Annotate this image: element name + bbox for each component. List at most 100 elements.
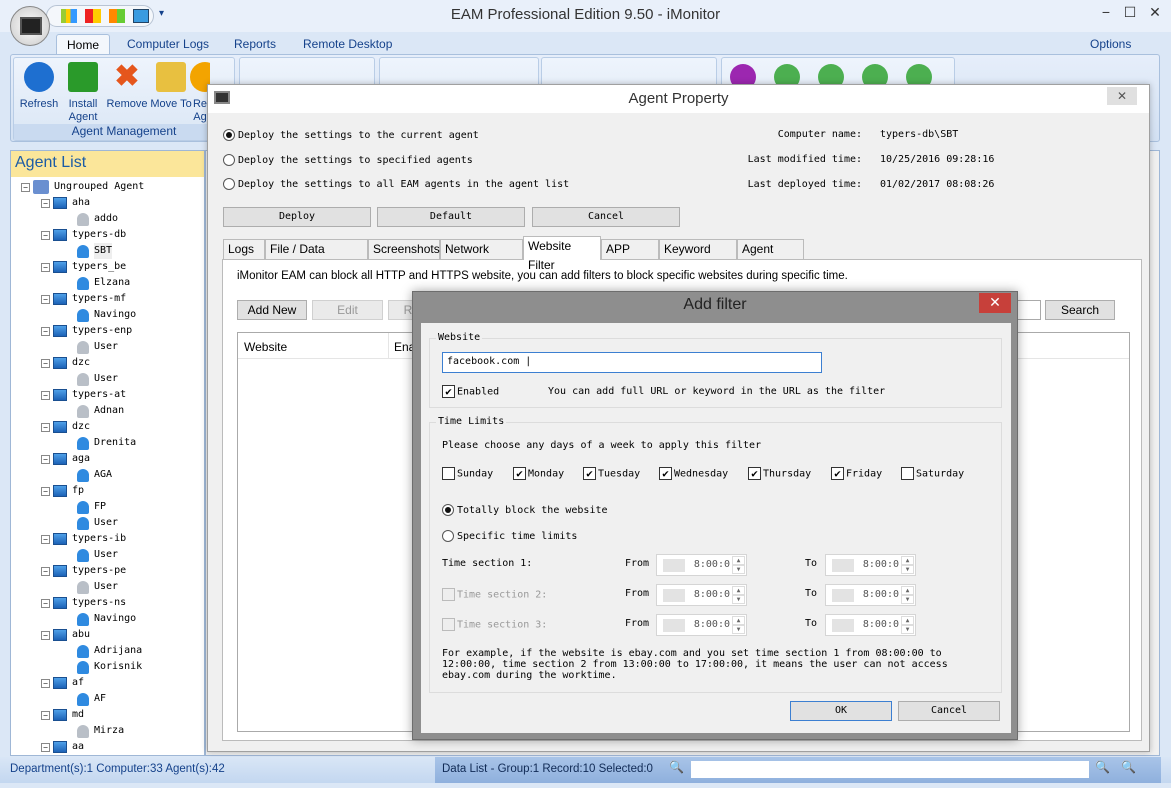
search-button[interactable]: Search bbox=[1045, 300, 1115, 320]
spin-up-icon[interactable]: ▲ bbox=[732, 586, 745, 595]
tree-node-computer[interactable]: − af bbox=[41, 675, 84, 691]
close-button[interactable]: ✕ bbox=[1107, 87, 1137, 105]
tree-node-user[interactable]: User bbox=[77, 515, 118, 531]
tree-node-computer[interactable]: − dzc bbox=[41, 355, 90, 371]
enabled-checkbox[interactable]: ✔ Enabled bbox=[442, 385, 499, 398]
default-button[interactable]: Default bbox=[377, 207, 525, 227]
deploy-button[interactable]: Deploy bbox=[223, 207, 371, 227]
day-checkbox-tuesday[interactable]: ✔ Tuesday bbox=[583, 467, 640, 480]
collapse-icon[interactable]: − bbox=[41, 390, 50, 400]
move-to-button[interactable]: Move To bbox=[148, 62, 194, 111]
tree-node-user[interactable]: Elzana bbox=[77, 275, 130, 291]
tab-home[interactable]: Home bbox=[56, 34, 111, 55]
chart-icon[interactable] bbox=[85, 9, 101, 23]
install-agent-button[interactable]: Install Agent bbox=[60, 62, 106, 124]
tab-computer-logs[interactable]: Computer Logs bbox=[117, 34, 219, 55]
tab-keyword-filter[interactable]: Keyword Filter bbox=[659, 239, 737, 275]
tree-node-user[interactable]: Adrijana bbox=[77, 643, 142, 659]
app-menu-button[interactable] bbox=[10, 6, 50, 46]
tab-reports[interactable]: Reports bbox=[224, 34, 286, 55]
collapse-icon[interactable]: − bbox=[21, 182, 30, 192]
spin-down-icon[interactable]: ▼ bbox=[901, 625, 914, 634]
tree-node-user[interactable]: AF bbox=[77, 691, 106, 707]
tab-website-filter[interactable]: Website Filter bbox=[523, 236, 601, 272]
tree-node-user[interactable]: Navingo bbox=[77, 307, 136, 323]
time-to-spinner[interactable]: 8:00:0 ▲ ▼ bbox=[825, 614, 916, 636]
tab-network-traffic[interactable]: Network Traffic bbox=[440, 239, 523, 275]
remove-button[interactable]: ✖ Remove bbox=[104, 62, 150, 111]
time-to-spinner[interactable]: 8:00:0 ▲ ▼ bbox=[825, 584, 916, 606]
day-checkbox-saturday[interactable]: Saturday bbox=[901, 467, 964, 480]
tab-logs[interactable]: Logs bbox=[223, 239, 265, 259]
collapse-icon[interactable]: − bbox=[41, 454, 50, 464]
tree-node-root[interactable]: − Ungrouped Agent bbox=[21, 179, 144, 195]
collapse-icon[interactable]: − bbox=[41, 198, 50, 208]
day-checkbox-sunday[interactable]: Sunday bbox=[442, 467, 493, 480]
tree-node-user[interactable]: SBT bbox=[77, 243, 113, 259]
tree-node-computer[interactable]: − abu bbox=[41, 627, 90, 643]
spin-down-icon[interactable]: ▼ bbox=[901, 565, 914, 574]
collapse-icon[interactable]: − bbox=[41, 710, 50, 720]
deploy-specified-radio[interactable]: Deploy the settings to specified agents bbox=[223, 154, 473, 166]
collapse-icon[interactable]: − bbox=[41, 566, 50, 576]
tree-node-computer[interactable]: − fp bbox=[41, 483, 84, 499]
search-next-icon[interactable]: 🔍 bbox=[1121, 760, 1136, 774]
tab-agent-alerts[interactable]: Agent Alerts bbox=[737, 239, 804, 275]
time-to-spinner[interactable]: 8:00:0 ▲ ▼ bbox=[825, 554, 916, 576]
bar-chart-icon[interactable] bbox=[61, 9, 77, 23]
collapse-icon[interactable]: − bbox=[41, 230, 50, 240]
time-section-2-label[interactable]: Time section 2: bbox=[442, 588, 547, 601]
tab-screenshots[interactable]: Screenshots bbox=[368, 239, 440, 259]
close-button[interactable]: ✕ bbox=[1140, 0, 1170, 24]
tree-node-user[interactable]: User bbox=[77, 339, 118, 355]
collapse-icon[interactable]: − bbox=[41, 294, 50, 304]
stats-icon[interactable] bbox=[109, 9, 125, 23]
collapse-icon[interactable]: − bbox=[41, 326, 50, 336]
spin-up-icon[interactable]: ▲ bbox=[732, 556, 745, 565]
cancel-button[interactable]: Cancel bbox=[532, 207, 680, 227]
edit-button[interactable]: Edit bbox=[312, 300, 383, 320]
spin-up-icon[interactable]: ▲ bbox=[901, 616, 914, 625]
tree-node-user[interactable]: FP bbox=[77, 499, 106, 515]
tree-node-user[interactable]: Navingo bbox=[77, 611, 136, 627]
website-input[interactable]: facebook.com | bbox=[442, 352, 822, 373]
tree-node-user[interactable]: User bbox=[77, 579, 118, 595]
day-checkbox-monday[interactable]: ✔ Monday bbox=[513, 467, 564, 480]
tree-node-computer[interactable]: − typers-enp bbox=[41, 323, 132, 339]
tree-node-user[interactable]: addo bbox=[77, 211, 118, 227]
collapse-icon[interactable]: − bbox=[41, 486, 50, 496]
tree-node-computer[interactable]: − typers-at bbox=[41, 387, 126, 403]
tree-node-user[interactable]: Korisnik bbox=[77, 659, 142, 675]
tree-node-user[interactable]: AGA bbox=[77, 467, 112, 483]
day-checkbox-friday[interactable]: ✔ Friday bbox=[831, 467, 882, 480]
spin-up-icon[interactable]: ▲ bbox=[901, 556, 914, 565]
spin-down-icon[interactable]: ▼ bbox=[732, 625, 745, 634]
day-checkbox-thursday[interactable]: ✔ Thursday bbox=[748, 467, 811, 480]
tab-file-data-security[interactable]: File / Data Security bbox=[265, 239, 368, 275]
tree-node-computer[interactable]: − typers-db bbox=[41, 227, 126, 243]
tree-node-computer[interactable]: − typers-ns bbox=[41, 595, 126, 611]
tree-node-computer[interactable]: − aha bbox=[41, 195, 90, 211]
tree-node-user[interactable]: Mirza bbox=[77, 723, 124, 739]
time-section-3-label[interactable]: Time section 3: bbox=[442, 618, 547, 631]
tree-node-computer[interactable]: − typers_be bbox=[41, 259, 126, 275]
options-menu[interactable]: Options bbox=[1080, 34, 1141, 55]
status-search-input[interactable] bbox=[691, 761, 1089, 778]
refresh-button[interactable]: Refresh bbox=[16, 62, 62, 111]
ok-button[interactable]: OK bbox=[790, 701, 892, 721]
collapse-icon[interactable]: − bbox=[41, 598, 50, 608]
time-from-spinner[interactable]: 8:00:0 ▲ ▼ bbox=[656, 614, 747, 636]
spin-down-icon[interactable]: ▼ bbox=[901, 595, 914, 604]
specific-time-radio[interactable]: Specific time limits bbox=[442, 530, 577, 542]
tree-node-computer[interactable]: − dzc bbox=[41, 419, 90, 435]
spin-down-icon[interactable]: ▼ bbox=[732, 595, 745, 604]
spin-up-icon[interactable]: ▲ bbox=[901, 586, 914, 595]
qat-dropdown-icon[interactable]: ▾ bbox=[159, 8, 164, 19]
tab-app-filter[interactable]: APP Filter bbox=[601, 239, 659, 275]
tree-node-computer[interactable]: − typers-ib bbox=[41, 531, 126, 547]
tree-node-computer[interactable]: − typers-mf bbox=[41, 291, 126, 307]
close-button[interactable]: ✕ bbox=[979, 293, 1011, 313]
search-prev-icon[interactable]: 🔍 bbox=[1095, 760, 1110, 774]
tree-node-computer[interactable]: − aga bbox=[41, 451, 90, 467]
column-header-website[interactable]: Website bbox=[244, 340, 287, 354]
